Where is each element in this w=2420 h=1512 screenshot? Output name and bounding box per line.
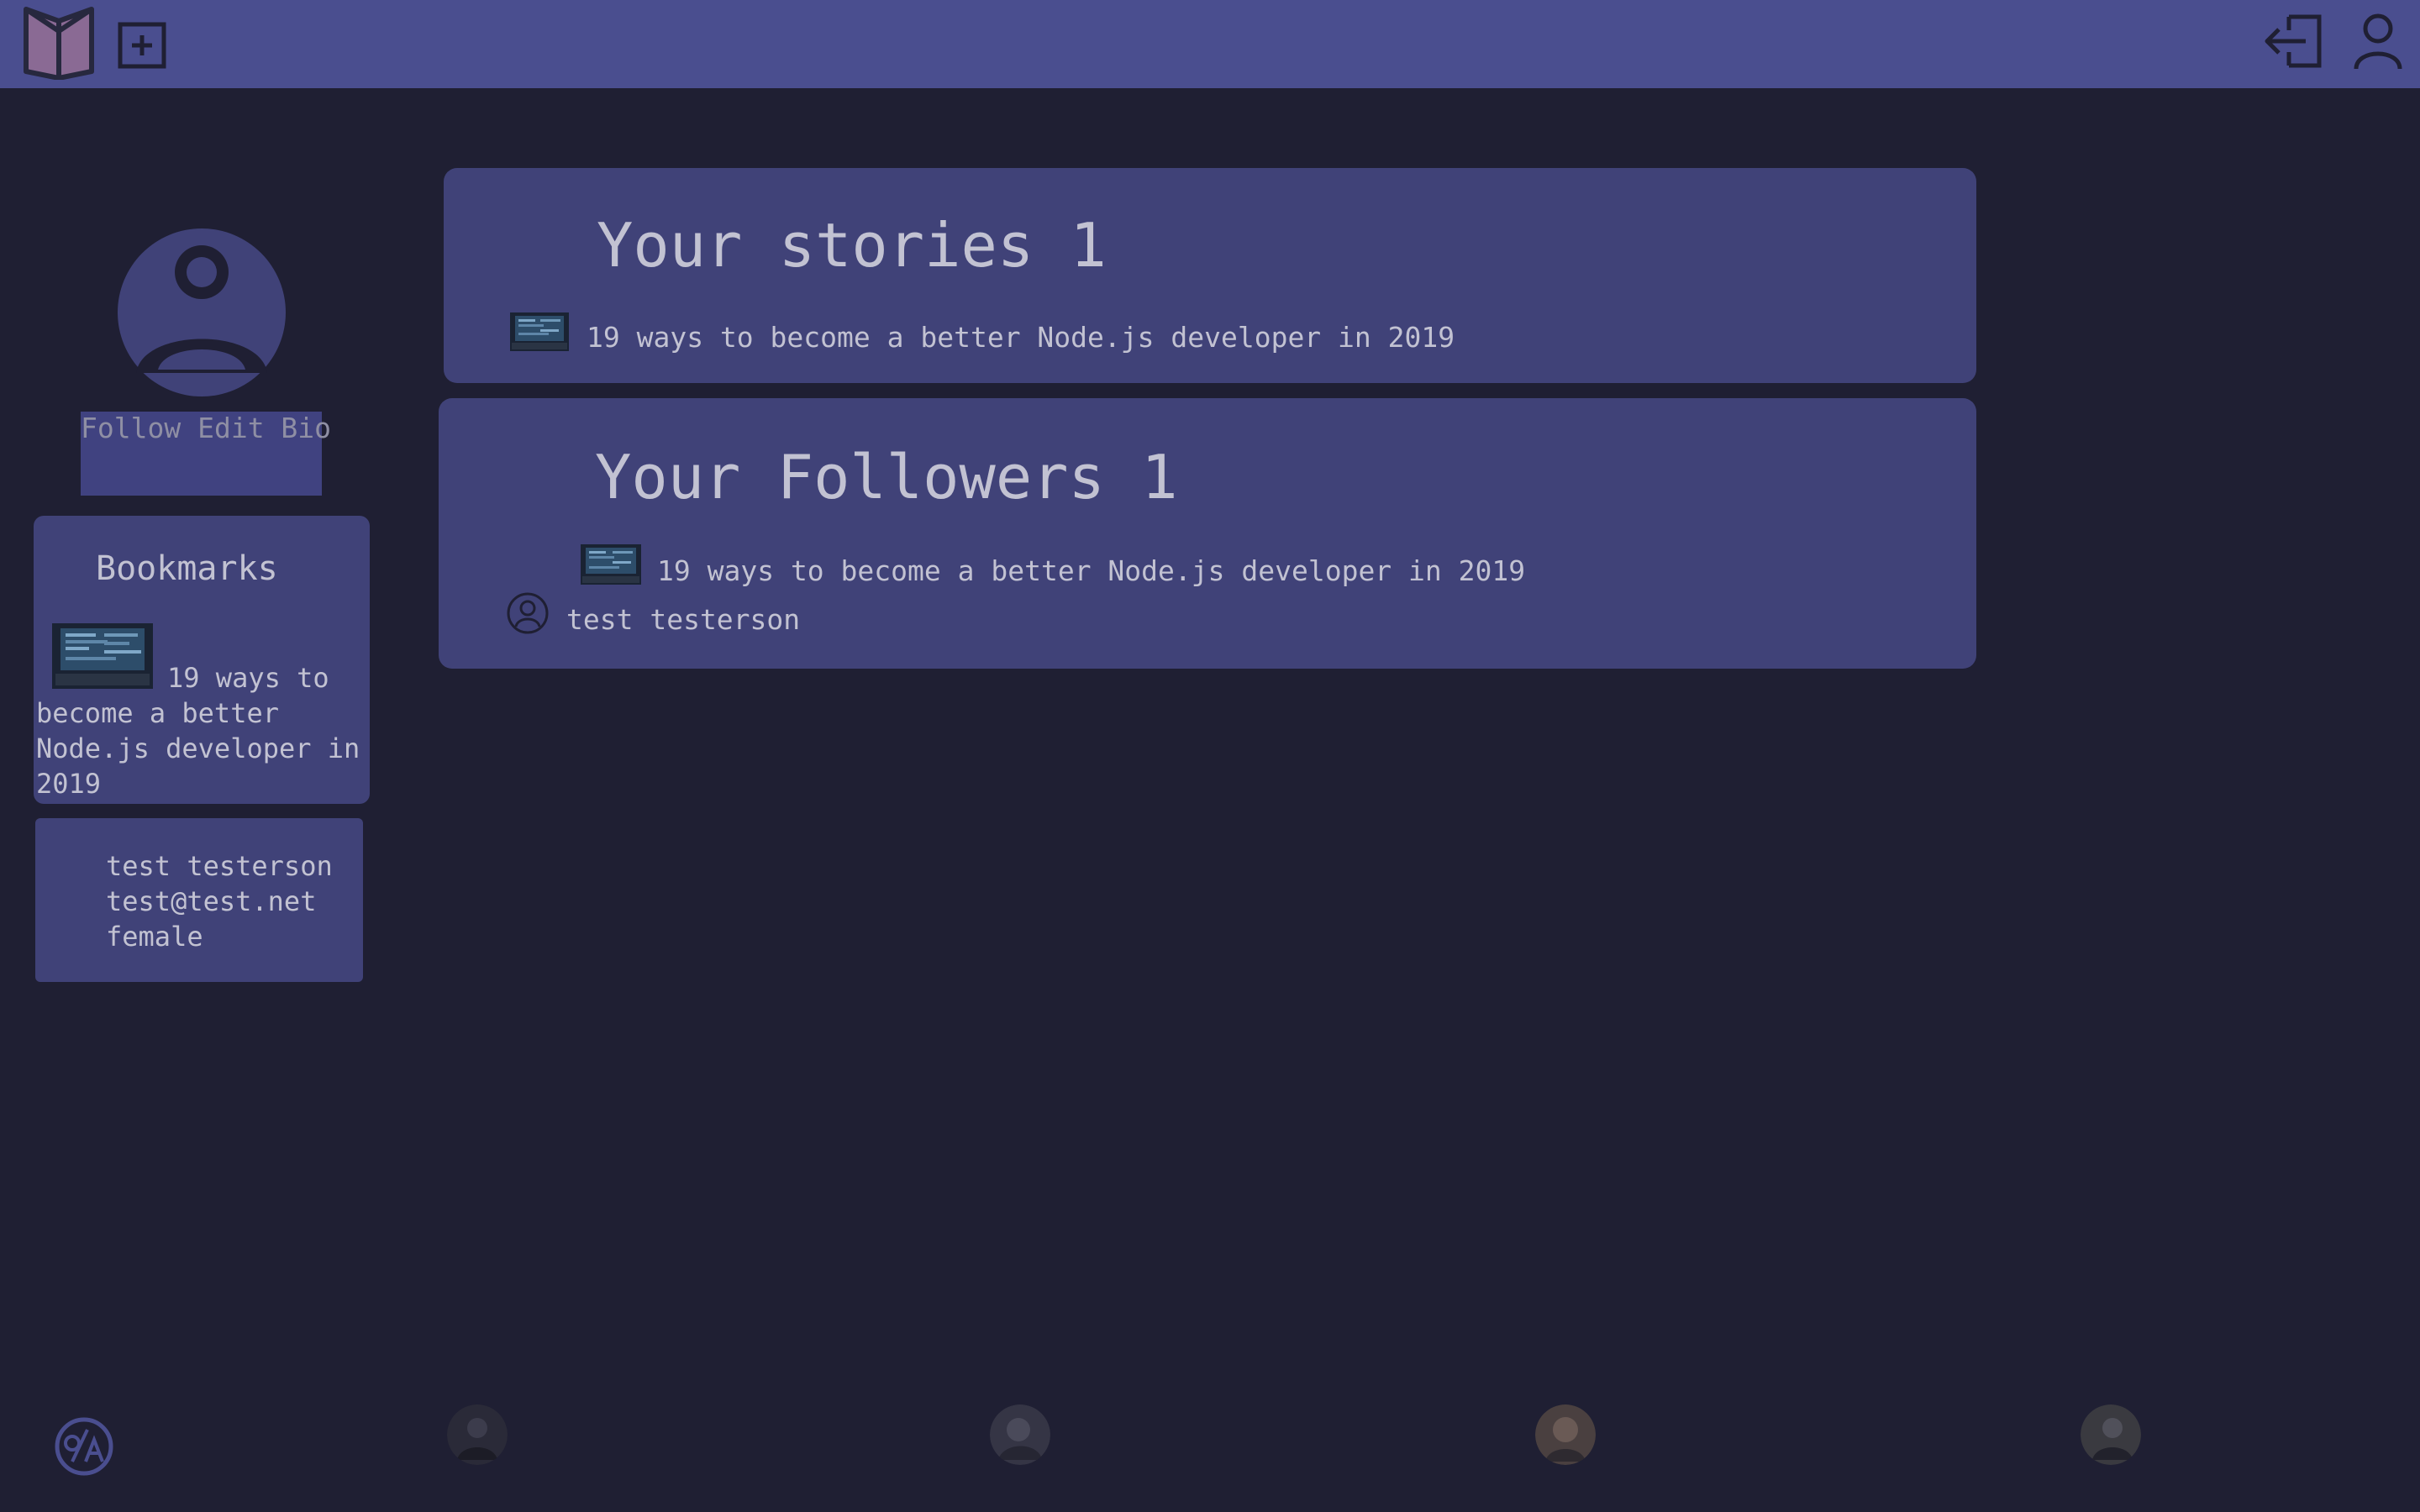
team-avatar-4[interactable]: [2081, 1404, 2141, 1465]
top-navbar: [0, 0, 2420, 88]
user-circle-icon: [118, 228, 286, 396]
follower-story-link[interactable]: 19 ways to become a better Node.js devel…: [657, 554, 1525, 587]
follower-name[interactable]: test testerson: [566, 603, 800, 636]
add-story-icon[interactable]: [117, 21, 167, 70]
stories-heading: Your stories 1: [597, 210, 1107, 281]
bio-buttons: Follow Edit Bio: [81, 412, 331, 444]
bookmark-link[interactable]: 19 ways to become a better Node.js devel…: [36, 660, 368, 801]
user-name: test testerson: [106, 850, 333, 882]
profile-actions: Follow Edit Bio: [81, 412, 331, 496]
team-avatar-3[interactable]: [1535, 1404, 1596, 1465]
team-avatar-2[interactable]: [990, 1404, 1050, 1465]
a11y-logo-icon[interactable]: [54, 1416, 114, 1477]
edit-bio-button[interactable]: Edit Bio: [197, 412, 331, 444]
story-link[interactable]: 19 ways to become a better Node.js devel…: [587, 321, 1455, 354]
user-gender: female: [106, 921, 203, 953]
logout-icon[interactable]: [2260, 13, 2324, 69]
bookmarks-title: Bookmarks: [96, 549, 278, 588]
user-info-card: test testerson test@test.net female: [35, 818, 363, 982]
followers-heading: Your Followers 1: [595, 442, 1178, 512]
follow-button[interactable]: Follow: [81, 412, 181, 444]
laptop-code-thumbnail[interactable]: [581, 544, 641, 585]
book-logo-icon[interactable]: [21, 6, 97, 80]
bookmarks-card: Bookmarks 19 ways to become a better Nod…: [34, 516, 370, 804]
user-icon[interactable]: [2353, 12, 2403, 71]
your-stories-card: Your stories 1 19 ways to become a bette…: [444, 168, 1976, 383]
follower-avatar-icon: [507, 592, 549, 634]
your-followers-card: Your Followers 1 19 ways to become a bet…: [439, 398, 1976, 669]
laptop-code-thumbnail[interactable]: [510, 312, 569, 351]
team-avatar-1[interactable]: [447, 1404, 508, 1465]
user-email: test@test.net: [106, 885, 317, 917]
